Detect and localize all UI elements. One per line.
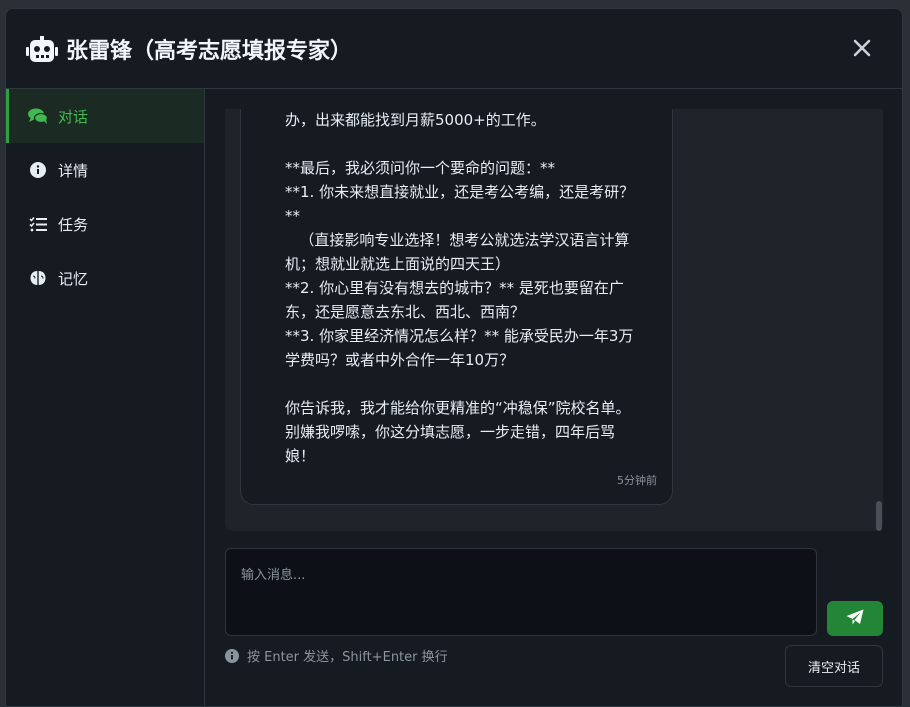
sidebar-item-label: 对话: [58, 107, 89, 126]
sidebar-item-memory[interactable]: 记忆: [6, 251, 204, 305]
brain-icon: [28, 269, 48, 287]
sidebar-nav: 对话 详情 任务 记忆: [6, 89, 205, 706]
sidebar-item-label: 详情: [58, 161, 89, 180]
message-scrollbar[interactable]: [874, 109, 884, 531]
send-button[interactable]: [827, 601, 883, 636]
robot-icon: [26, 36, 58, 62]
sidebar-item-chat[interactable]: 对话: [6, 89, 204, 143]
paper-plane-icon: [846, 609, 864, 629]
chat-panel: 办，出来都能找到月薪5000+的工作。 **最后，我必须问你一个要命的问题：**…: [205, 89, 902, 706]
input-hint: 按 Enter 发送，Shift+Enter 换行: [225, 646, 448, 665]
comments-icon: [28, 107, 48, 125]
message-input[interactable]: [225, 548, 817, 636]
dialog-title: 张雷锋（高考志愿填报专家）: [66, 39, 353, 64]
message-text: 办，出来都能找到月薪5000+的工作。 **最后，我必须问你一个要命的问题：**…: [285, 111, 635, 465]
sidebar-item-label: 记忆: [58, 269, 89, 288]
assistant-message: 办，出来都能找到月薪5000+的工作。 **最后，我必须问你一个要命的问题：**…: [240, 109, 673, 505]
clear-chat-button[interactable]: 清空对话: [785, 645, 883, 687]
sidebar-item-label: 任务: [58, 215, 89, 234]
scrollbar-thumb[interactable]: [876, 501, 882, 531]
agent-dialog: 张雷锋（高考志愿填报专家） 对话 详情 任务 记忆 办，出来都能找到月薪5000…: [5, 8, 903, 707]
close-button[interactable]: [850, 34, 874, 62]
message-list[interactable]: 办，出来都能找到月薪5000+的工作。 **最后，我必须问你一个要命的问题：**…: [225, 109, 883, 531]
task-list-icon: [28, 215, 48, 233]
dialog-header: 张雷锋（高考志愿填报专家）: [6, 9, 902, 89]
message-timestamp: 5分钟前: [617, 474, 657, 487]
sidebar-item-details[interactable]: 详情: [6, 143, 204, 197]
info-circle-icon: [225, 648, 239, 663]
info-circle-icon: [28, 161, 48, 179]
hint-text: 按 Enter 发送，Shift+Enter 换行: [247, 650, 448, 665]
close-icon: [853, 30, 871, 65]
sidebar-item-tasks[interactable]: 任务: [6, 197, 204, 251]
